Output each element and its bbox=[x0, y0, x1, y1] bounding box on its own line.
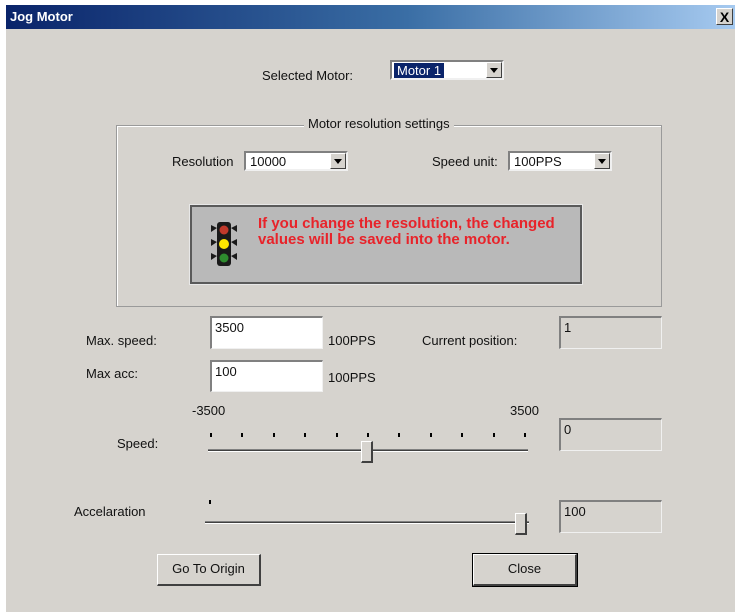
max-acc-unit: 100PPS bbox=[328, 370, 376, 385]
current-position-label: Current position: bbox=[422, 333, 518, 348]
speed-slider-tick bbox=[272, 433, 275, 437]
selected-motor-dropdown[interactable]: Motor 1 bbox=[390, 60, 504, 80]
accel-value: 100 bbox=[564, 504, 586, 519]
resolution-warning-panel: If you change the resolution, the change… bbox=[189, 204, 583, 285]
selected-motor-label: Selected Motor: bbox=[262, 68, 354, 83]
max-speed-unit: 100PPS bbox=[328, 333, 376, 348]
accel-slider-thumb[interactable] bbox=[515, 513, 527, 535]
resolution-value: 10000 bbox=[250, 154, 287, 169]
speed-max-label: 3500 bbox=[510, 403, 539, 418]
speed-min-label: -3500 bbox=[192, 403, 226, 418]
go-to-origin-button[interactable]: Go To Origin bbox=[157, 554, 261, 586]
current-position-value: 1 bbox=[564, 320, 572, 335]
accel-slider-tick bbox=[209, 500, 211, 504]
close-button[interactable]: Close bbox=[472, 553, 578, 587]
max-acc-input[interactable]: 100 bbox=[210, 360, 323, 392]
window-title: Jog Motor bbox=[10, 9, 73, 24]
accel-slider-track[interactable] bbox=[205, 521, 529, 524]
speed-slider-tick bbox=[492, 433, 495, 437]
resolution-dropdown[interactable]: 10000 bbox=[244, 151, 348, 171]
speed-unit-value: 100PPS bbox=[514, 154, 562, 169]
chevron-down-icon[interactable] bbox=[594, 153, 610, 169]
selected-motor-value: Motor 1 bbox=[394, 63, 445, 78]
speed-unit-dropdown[interactable]: 100PPS bbox=[508, 151, 612, 171]
chevron-down-icon[interactable] bbox=[330, 153, 346, 169]
current-position-field: 1 bbox=[559, 316, 662, 349]
speed-unit-label: Speed unit: bbox=[432, 154, 498, 169]
speed-slider-tick bbox=[335, 433, 338, 437]
title-bar[interactable]: Jog Motor X bbox=[6, 5, 735, 29]
resolution-group-title: Motor resolution settings bbox=[304, 116, 454, 131]
speed-slider-tick bbox=[367, 433, 369, 437]
speed-label: Speed: bbox=[117, 436, 159, 451]
max-speed-label: Max. speed: bbox=[86, 333, 157, 348]
speed-value: 0 bbox=[564, 422, 572, 437]
resolution-warning-text: If you change the resolution, the change… bbox=[258, 215, 555, 248]
acceleration-label: Accelaration bbox=[74, 504, 146, 519]
max-speed-value: 3500 bbox=[215, 320, 244, 335]
accel-value-field: 100 bbox=[559, 500, 662, 533]
speed-slider-tick bbox=[524, 433, 526, 437]
jog-motor-dialog: Jog Motor X Selected Motor: Motor 1 Moto… bbox=[6, 5, 735, 612]
speed-slider-tick bbox=[304, 433, 307, 437]
resolution-label: Resolution bbox=[172, 154, 234, 169]
speed-value-field: 0 bbox=[559, 418, 662, 451]
max-acc-label: Max acc: bbox=[86, 366, 139, 381]
max-acc-value: 100 bbox=[215, 364, 237, 379]
speed-slider-tick bbox=[398, 433, 401, 437]
close-icon[interactable]: X bbox=[716, 8, 733, 25]
traffic-light-icon bbox=[211, 222, 237, 266]
speed-slider-tick bbox=[241, 433, 244, 437]
speed-slider-thumb[interactable] bbox=[361, 441, 373, 463]
speed-slider-tick bbox=[210, 433, 212, 437]
max-speed-input[interactable]: 3500 bbox=[210, 316, 323, 349]
speed-slider-tick bbox=[429, 433, 432, 437]
chevron-down-icon[interactable] bbox=[486, 62, 502, 78]
speed-slider-tick bbox=[461, 433, 464, 437]
